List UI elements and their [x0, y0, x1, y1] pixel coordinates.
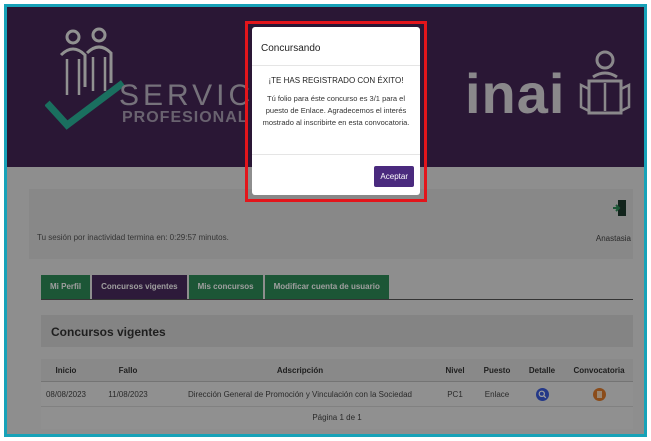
- modal-title: Concursando: [261, 43, 321, 54]
- modal-heading: ¡TE HAS REGISTRADO CON ÉXITO!: [268, 76, 404, 85]
- modal-divider: [252, 154, 420, 155]
- accept-button[interactable]: Aceptar: [374, 166, 414, 187]
- success-modal: Concursando ¡TE HAS REGISTRADO CON ÉXITO…: [252, 27, 420, 195]
- modal-message: Tú folio para éste concurso es 3/1 para …: [262, 94, 410, 127]
- browser-frame: SERVICIO PROFESIONAL INAI inai Tu sesión…: [4, 4, 647, 437]
- modal-divider: [252, 65, 420, 66]
